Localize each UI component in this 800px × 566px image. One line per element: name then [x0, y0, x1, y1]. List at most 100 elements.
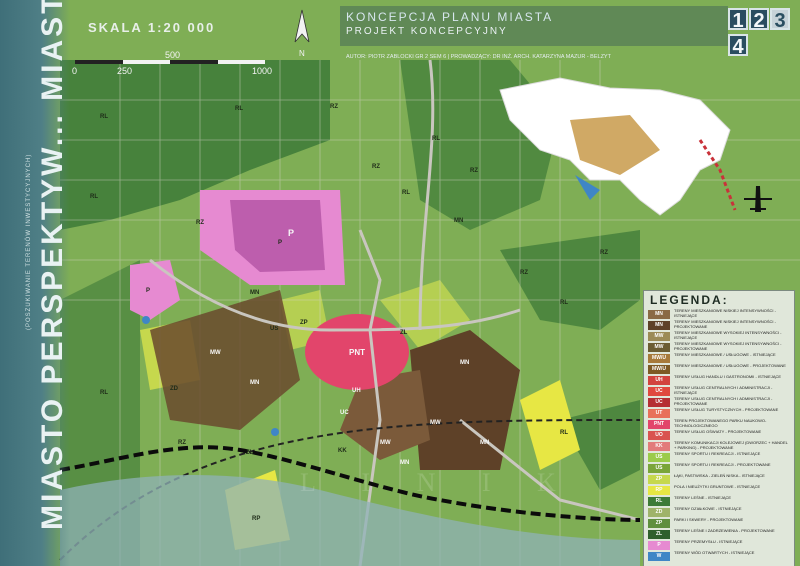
zone-label: RP — [252, 516, 261, 522]
zone-label: ZP — [300, 320, 308, 326]
legend-text: TERENY LEŚNE - ISTNIEJĄCE — [674, 495, 732, 500]
legend-swatch: P — [648, 541, 670, 550]
board-button-4[interactable]: 4 — [728, 34, 748, 58]
legend-swatch: MW/U — [648, 354, 670, 363]
zone-label: RL — [235, 106, 243, 112]
zone-label: RL — [100, 390, 108, 396]
zone-label: RL — [90, 194, 98, 200]
legend-swatch: MW — [648, 332, 670, 341]
legend-swatch: ZL — [648, 530, 670, 539]
zone-label: RZ — [470, 168, 478, 174]
legend-text: TERENY MIESZKANIOWE / USŁUGOWE - ISTNIEJ… — [674, 352, 776, 357]
legend-swatch: KK — [648, 442, 670, 451]
zone-label: RL — [432, 136, 440, 142]
legend-text: TERENY USŁUG CENTRALNYCH I ADMINISTRACJI… — [674, 396, 773, 406]
legend-item: W TERENY WÓD OTWARTYCH - ISTNIEJĄCE — [648, 550, 792, 562]
scale-label: SKALA 1:20 000 — [88, 20, 216, 35]
zone-label: ZL — [400, 330, 408, 336]
legend-swatch: RL — [648, 497, 670, 506]
zone-label: MW — [430, 420, 441, 426]
legend-swatch: MW/U — [648, 365, 670, 374]
zone-label: ZL — [246, 450, 254, 456]
zone-label: US — [270, 326, 279, 332]
water-1 — [142, 316, 150, 324]
scale-tick-1000: 1000 — [252, 66, 273, 76]
zone-label: MW — [210, 350, 221, 356]
vertical-subtitle: (POSZUKIWANIE TERENÓW INWESTYCYJNYCH) — [26, 153, 32, 330]
zone-label: RZ — [600, 250, 608, 256]
legend-text: TERENY KOMUNIKACJI KOLEJOWEJ (DWORZEC + … — [674, 440, 788, 450]
pnt-label: PNT — [349, 348, 365, 357]
zone-label: RL — [560, 430, 568, 436]
board-button-2[interactable]: 2 — [749, 8, 769, 32]
legend-swatch: UH — [648, 376, 670, 385]
legend-swatch: ZP — [648, 519, 670, 528]
zone-label: MW — [380, 440, 391, 446]
board-button-3[interactable]: 3 — [770, 8, 790, 32]
zone-label: MN — [480, 440, 490, 446]
legend-text: POLA I NIEUŻYTKI GRUNTOWE - ISTNIEJĄCE — [674, 484, 761, 489]
legend-text: TERENY USŁUG CENTRALNYCH I ADMINISTRACJI… — [674, 385, 773, 395]
board-button-1[interactable]: 1 — [728, 8, 748, 32]
zone-label: MN — [460, 360, 470, 366]
zone-label: RZ — [178, 440, 186, 446]
zone-label: RL — [402, 190, 410, 196]
scale-tick-0: 0 — [72, 66, 78, 76]
legend-swatch: ZP — [648, 475, 670, 484]
zone-label: KK — [338, 448, 347, 454]
zone-label: RZ — [330, 104, 338, 110]
legend-text: TERENY DZIAŁKOWE - ISTNIEJĄCE — [674, 506, 742, 511]
zone-label: MN — [454, 218, 464, 224]
legend-text: TERENY LEŚNE I ZADRZEWIENIA - PROJEKTOWA… — [674, 528, 775, 533]
scale-tick-250: 250 — [117, 66, 133, 76]
legend-text: TEREN PROJEKTOWANEGO PARKU NAUKOWO-TECHN… — [674, 418, 767, 428]
page-title: KONCEPCJA PLANU MIASTA — [346, 10, 554, 24]
legend-swatch: ZD — [648, 508, 670, 517]
map-poster: N MIASTO PERSPEKTYW... MIASTECZKO ŚLĄSKI… — [0, 0, 800, 566]
legend-text: TERENY SPORTU I REKREACJI - PROJEKTOWANE — [674, 462, 771, 467]
legend-swatch: UC — [648, 387, 670, 396]
zone-label: RL — [560, 300, 568, 306]
zone-label: MN — [250, 380, 260, 386]
zone-label: MN — [250, 290, 260, 296]
zone-label: MN — [400, 460, 410, 466]
legend-swatch: W — [648, 552, 670, 561]
legend-swatch: UO — [648, 431, 670, 440]
zone-label: RL — [100, 114, 108, 120]
vertical-title: MIASTO PERSPEKTYW... MIASTECZKO ŚLĄSKIE — [36, 0, 70, 530]
legend-text: TERENY USŁUG OŚWIATY - PROJEKTOWANE — [674, 429, 762, 434]
zone-label: RZ — [372, 164, 380, 170]
locality-name: L I N I K — [300, 468, 576, 497]
zone-label: ZD — [170, 386, 178, 392]
legend-text: ŁĄKI, PASTWISKA - ZIELEŃ NISKA - ISTNIEJ… — [674, 473, 765, 478]
legend-text: PARKI I SKWERY - PROJEKTOWANE — [674, 517, 744, 522]
legend-swatch: PNT — [648, 420, 670, 429]
zone-label: UC — [340, 410, 349, 416]
legend-swatch: MW — [648, 343, 670, 352]
water-2 — [271, 428, 279, 436]
legend-text: TERENY MIESZKANIOWE WYSOKIEJ INTENSYWNOŚ… — [674, 341, 782, 351]
legend-text: TERENY MIESZKANIOWE NISKIEJ INTENSYWNOŚC… — [674, 319, 776, 329]
legend-swatch: MN — [648, 321, 670, 330]
legend-text: TERENY SPORTU I REKREACJI - ISTNIEJĄCE — [674, 451, 761, 456]
legend-swatch: RP — [648, 486, 670, 495]
legend-text: TERENY MIESZKANIOWE / USŁUGOWE - PROJEKT… — [674, 363, 786, 368]
legend-text: TERENY MIESZKANIOWE NISKIEJ INTENSYWNOŚC… — [674, 308, 776, 318]
industrial-label: P — [288, 228, 295, 238]
legend-text: TERENY USŁUG HANDLU I GASTRONOMII - ISTN… — [674, 374, 782, 379]
legend-swatch: UT — [648, 409, 670, 418]
authors-line: AUTOR: PIOTR ZABLOCKI GR 2 SEM 6 | PROWA… — [346, 54, 611, 60]
legend-panel: LEGENDA: MN TERENY MIESZKANIOWE NISKIEJ I… — [643, 290, 795, 566]
vertical-title-text: MIASTO PERSPEKTYW... MIASTECZKO ŚLĄSKIE — [36, 0, 69, 530]
zone-label: P — [146, 288, 151, 294]
legend-text: TERENY WÓD OTWARTYCH - ISTNIEJĄCE — [674, 550, 755, 555]
legend-swatch: US — [648, 453, 670, 462]
scale-tick-500: 500 — [165, 50, 181, 60]
zone-label: RZ — [520, 270, 528, 276]
legend-swatch: MN — [648, 310, 670, 319]
legend-swatch: UC — [648, 398, 670, 407]
zone-label: P — [278, 240, 283, 246]
legend-title: LEGENDA: — [650, 293, 729, 307]
legend-text: TERENY MIESZKANIOWE WYSOKIEJ INTENSYWNOŚ… — [674, 330, 782, 340]
page-subtitle: PROJEKT KONCEPCYJNY — [346, 26, 508, 37]
